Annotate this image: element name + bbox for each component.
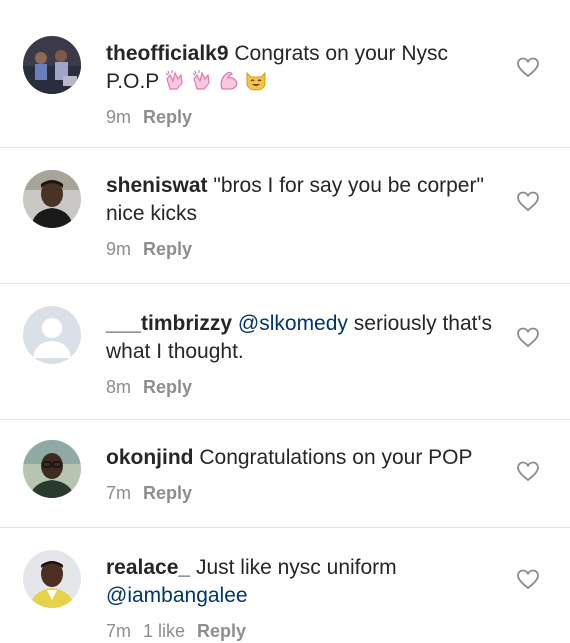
like-heart-icon[interactable]	[516, 568, 540, 590]
comment-content: realace_ Just like nysc uniform @iambang…	[106, 554, 496, 642]
comment-timestamp: 9m	[106, 107, 132, 127]
comment-meta: 8m Reply	[106, 376, 496, 398]
comment-username[interactable]: theofficialk9	[106, 42, 229, 65]
comment-text: Congratulations on your POP	[199, 446, 473, 469]
likes-count[interactable]: 1 like	[143, 621, 185, 641]
comment-timestamp: 7m	[106, 621, 132, 641]
comment-content: theofficialk9 Congrats on your Nysc P.O.…	[106, 40, 496, 128]
flexed-biceps-emoji	[218, 69, 240, 91]
like-heart-icon[interactable]	[516, 190, 540, 212]
reply-button[interactable]: Reply	[143, 107, 192, 127]
comment-item: okonjind Congratulations on your POP 7m R…	[0, 420, 570, 528]
comment-meta: 9m Reply	[106, 238, 496, 260]
avatar[interactable]	[23, 550, 81, 608]
comment-body: theofficialk9 Congrats on your Nysc P.O.…	[106, 40, 496, 96]
mention-link[interactable]: @slkomedy	[238, 312, 348, 335]
like-heart-icon[interactable]	[516, 460, 540, 482]
comment-item: ___timbrizzy @slkomedy seriously that's …	[0, 284, 570, 420]
comment-body: ___timbrizzy @slkomedy seriously that's …	[106, 310, 496, 366]
comment-item: theofficialk9 Congrats on your Nysc P.O.…	[0, 0, 570, 148]
comment-username[interactable]: ___timbrizzy	[106, 312, 232, 335]
avatar[interactable]	[23, 170, 81, 228]
reply-button[interactable]: Reply	[143, 377, 192, 397]
comment-body: realace_ Just like nysc uniform @iambang…	[106, 554, 496, 610]
clapping-hands-emoji	[164, 69, 186, 91]
comment-timestamp: 7m	[106, 483, 132, 503]
comment-text: Just like nysc uniform	[195, 556, 397, 579]
like-heart-icon[interactable]	[516, 326, 540, 348]
comment-meta: 7m 1 like Reply	[106, 620, 496, 642]
comment-meta: 9m Reply	[106, 106, 496, 128]
comment-timestamp: 9m	[106, 239, 132, 259]
comment-body: sheniswat "bros I for say you be corper"…	[106, 172, 496, 228]
mention-link[interactable]: @iambangalee	[106, 584, 248, 607]
avatar[interactable]	[23, 306, 81, 364]
reply-button[interactable]: Reply	[143, 239, 192, 259]
comment-item: sheniswat "bros I for say you be corper"…	[0, 148, 570, 284]
like-heart-icon[interactable]	[516, 56, 540, 78]
comment-item: realace_ Just like nysc uniform @iambang…	[0, 528, 570, 643]
grinning-cat-emoji	[245, 69, 267, 91]
comment-timestamp: 8m	[106, 377, 132, 397]
reply-button[interactable]: Reply	[143, 483, 192, 503]
reply-button[interactable]: Reply	[197, 621, 246, 641]
comment-meta: 7m Reply	[106, 482, 496, 504]
comment-username[interactable]: realace_	[106, 556, 190, 579]
clapping-hands-emoji	[191, 69, 213, 91]
comment-content: okonjind Congratulations on your POP 7m R…	[106, 444, 496, 504]
comment-username[interactable]: okonjind	[106, 446, 194, 469]
avatar[interactable]	[23, 440, 81, 498]
avatar[interactable]	[23, 36, 81, 94]
comment-content: ___timbrizzy @slkomedy seriously that's …	[106, 310, 496, 398]
comment-username[interactable]: sheniswat	[106, 174, 208, 197]
comment-content: sheniswat "bros I for say you be corper"…	[106, 172, 496, 260]
comment-body: okonjind Congratulations on your POP	[106, 444, 496, 472]
